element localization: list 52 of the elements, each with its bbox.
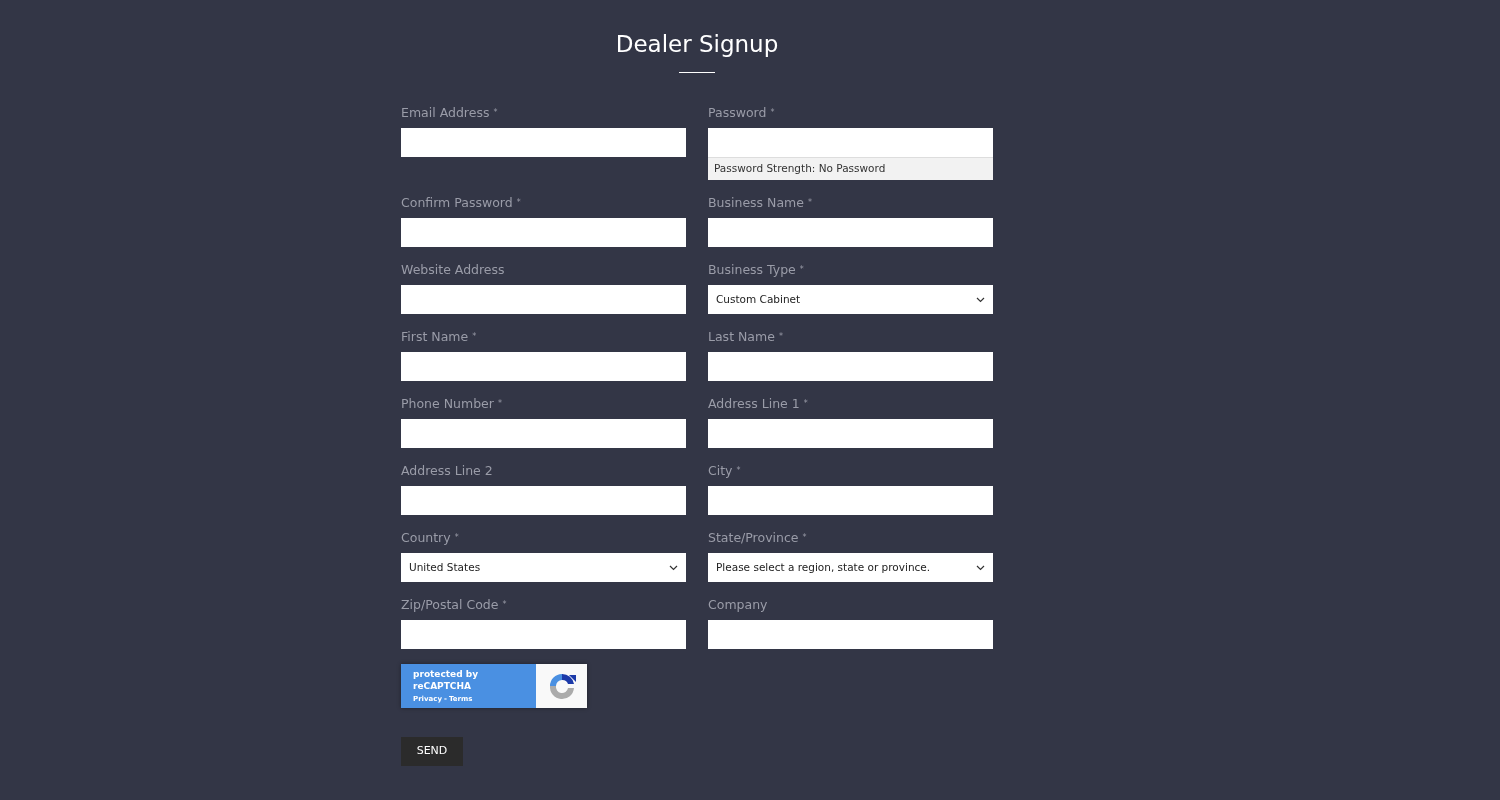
input-field[interactable]	[401, 419, 686, 448]
field-label: Password	[708, 103, 767, 122]
dropdown[interactable]: Custom Cabinet	[708, 285, 993, 314]
chevron-down-icon	[976, 296, 985, 303]
field-label: State/Province	[708, 528, 799, 547]
field-label: City	[708, 461, 733, 480]
required-mark: *	[493, 107, 498, 119]
field-label: Website Address	[401, 260, 505, 279]
field-label: Address Line 2	[401, 461, 493, 480]
input-field[interactable]	[708, 486, 993, 515]
field-label: Zip/Postal Code	[401, 595, 499, 614]
recaptcha-text: protected by reCAPTCHA	[413, 668, 480, 692]
required-mark: *	[803, 398, 808, 410]
input-field[interactable]	[401, 218, 686, 247]
required-mark: *	[502, 599, 507, 611]
page-title: Dealer Signup	[615, 30, 779, 59]
required-mark: *	[799, 264, 804, 276]
field-label: First Name	[401, 327, 469, 346]
field-label: Phone Number	[401, 394, 494, 413]
dropdown[interactable]: United States	[401, 553, 686, 582]
required-mark: *	[454, 532, 459, 544]
input-field[interactable]	[708, 620, 993, 649]
chevron-down-icon	[669, 564, 678, 571]
field-label: Confirm Password	[401, 193, 513, 212]
field-label: Business Type	[708, 260, 796, 279]
input-field[interactable]	[401, 128, 686, 157]
field-label: Country	[401, 528, 451, 547]
required-mark: *	[516, 197, 521, 209]
required-mark: *	[802, 532, 807, 544]
required-mark: *	[770, 107, 775, 119]
required-mark: *	[736, 465, 741, 477]
input-field[interactable]	[708, 218, 993, 247]
dropdown[interactable]: Please select a region, state or province.	[708, 553, 993, 582]
input-field[interactable]	[401, 620, 686, 649]
input-field[interactable]	[401, 486, 686, 515]
field-label: Business Name	[708, 193, 804, 212]
field-label: Last Name	[708, 327, 775, 346]
required-mark: *	[497, 398, 502, 410]
required-mark: *	[808, 197, 812, 209]
send-button[interactable]: SEND	[401, 737, 463, 766]
field-label: Company	[708, 595, 768, 614]
password-strength-meter: Password Strength: No Password	[708, 157, 993, 180]
password-field[interactable]	[708, 128, 993, 157]
field-label: Email Address	[401, 103, 490, 122]
input-field[interactable]	[401, 352, 686, 381]
field-label: Address Line 1	[708, 394, 800, 413]
input-field[interactable]	[401, 285, 686, 314]
required-mark: *	[472, 331, 477, 343]
chevron-down-icon	[976, 564, 985, 571]
input-field[interactable]	[708, 419, 993, 448]
required-mark: *	[778, 331, 783, 343]
input-field[interactable]	[708, 352, 993, 381]
